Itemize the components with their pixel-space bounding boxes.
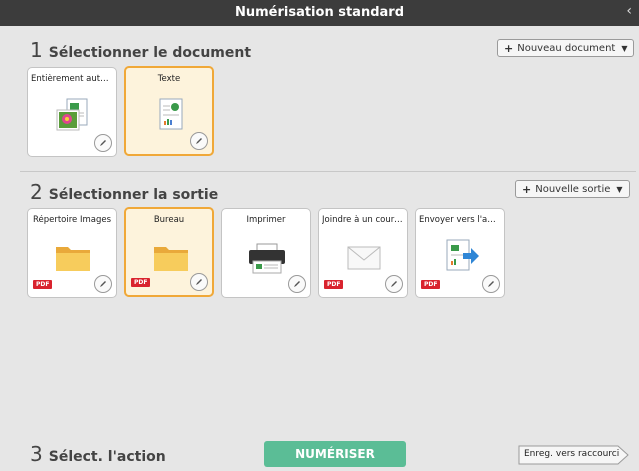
collapse-icon[interactable]: ‹ xyxy=(626,3,632,19)
new-output-label: Nouvelle sortie xyxy=(535,183,611,195)
document-card-auto[interactable]: Entièrement auto... xyxy=(27,67,117,157)
caret-down-icon: ▼ xyxy=(621,43,628,53)
step3-heading: 3 Sélect. l'action xyxy=(30,442,166,466)
pdf-badge: PDF xyxy=(33,280,53,289)
pdf-badge: PDF xyxy=(324,280,344,289)
card-label: Imprimer xyxy=(246,215,286,225)
plus-icon: + xyxy=(504,41,514,55)
caret-down-icon: ▼ xyxy=(616,184,623,194)
envelope-icon xyxy=(347,246,381,270)
save-shortcut-button[interactable]: Enreg. vers raccourci xyxy=(518,445,630,465)
new-output-button[interactable]: + Nouvelle sortie ▼ xyxy=(515,180,630,198)
pdf-badge: PDF xyxy=(131,278,151,287)
section-divider xyxy=(20,171,636,172)
printer-icon xyxy=(249,243,285,274)
title-bar: Numérisation standard ‹ xyxy=(0,0,639,26)
text-document-icon xyxy=(159,98,183,130)
edit-pencil-icon[interactable] xyxy=(190,273,208,291)
card-label: Envoyer vers l'appl... xyxy=(419,215,501,225)
step2-heading: 2 Sélectionner la sortie xyxy=(30,180,218,204)
new-document-label: Nouveau document xyxy=(517,42,616,54)
pdf-badge: PDF xyxy=(421,280,441,289)
step2-number: 2 xyxy=(30,180,43,204)
output-card-send-to-app[interactable]: Envoyer vers l'appl... PDF xyxy=(415,208,505,298)
card-label: Entièrement auto... xyxy=(31,74,113,84)
step1-title: Sélectionner le document xyxy=(48,45,252,61)
scan-button[interactable]: NUMÉRISER xyxy=(264,441,406,467)
card-label: Répertoire Images xyxy=(32,215,112,225)
edit-pencil-icon[interactable] xyxy=(385,275,403,293)
folder-icon xyxy=(154,247,188,271)
document-card-text[interactable]: Texte xyxy=(124,66,214,156)
edit-pencil-icon[interactable] xyxy=(94,134,112,152)
output-card-desktop[interactable]: Bureau PDF xyxy=(124,207,214,297)
plus-icon: + xyxy=(522,182,532,196)
output-card-images-folder[interactable]: Répertoire Images PDF xyxy=(27,208,117,298)
step1-number: 1 xyxy=(30,38,43,62)
edit-pencil-icon[interactable] xyxy=(94,275,112,293)
card-label: Texte xyxy=(157,74,181,84)
folder-icon xyxy=(56,247,90,271)
output-card-print[interactable]: Imprimer xyxy=(221,208,311,298)
output-card-email[interactable]: Joindre à un courriel PDF xyxy=(318,208,408,298)
step1-heading: 1 Sélectionner le document xyxy=(30,38,251,62)
save-shortcut-label: Enreg. vers raccourci xyxy=(524,449,620,459)
edit-pencil-icon[interactable] xyxy=(482,275,500,293)
card-label: Joindre à un courriel xyxy=(322,215,404,225)
new-document-button[interactable]: + Nouveau document ▼ xyxy=(497,39,635,57)
step3-title: Sélect. l'action xyxy=(48,449,166,465)
window-title: Numérisation standard xyxy=(234,5,405,20)
card-label: Bureau xyxy=(153,215,185,225)
edit-pencil-icon[interactable] xyxy=(190,132,208,150)
step3-number: 3 xyxy=(30,442,43,466)
send-to-app-icon xyxy=(446,239,479,271)
step2-title: Sélectionner la sortie xyxy=(48,187,219,203)
photo-document-icon xyxy=(56,98,88,131)
edit-pencil-icon[interactable] xyxy=(288,275,306,293)
